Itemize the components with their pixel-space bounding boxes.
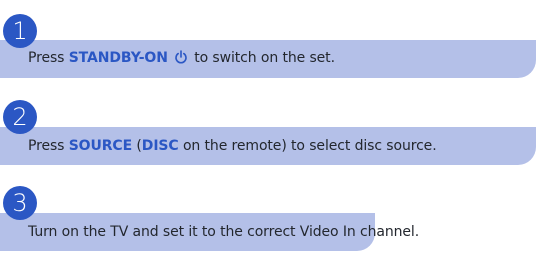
step-3-number: 3 [12,189,28,217]
step-3-text-part-1: Turn on the TV and set it to the correct… [28,224,420,240]
power-icon [174,50,188,69]
step-1-text: Press STANDBY-ON to switch on the set. [28,50,335,69]
step-2-text-part-3: ( [132,138,142,154]
step-1-text-part-3: to switch on the set. [194,50,335,66]
standby-on-label: STANDBY-ON [68,50,168,66]
step-3-number-badge: 3 [3,186,37,220]
source-label: SOURCE [68,138,133,154]
step-2-text-part-1: Press [28,138,69,154]
step-1-number: 1 [12,17,28,45]
disc-label: DISC [141,138,179,154]
step-2-number: 2 [12,103,28,131]
step-2-text: Press SOURCE (DISC on the remote) to sel… [28,138,437,154]
step-3-text: Turn on the TV and set it to the correct… [28,224,419,240]
step-2-text-part-5: on the remote) to select disc source. [178,138,437,154]
step-1-number-badge: 1 [3,14,37,48]
step-1-text-part-1: Press [28,50,69,66]
step-2-number-badge: 2 [3,100,37,134]
